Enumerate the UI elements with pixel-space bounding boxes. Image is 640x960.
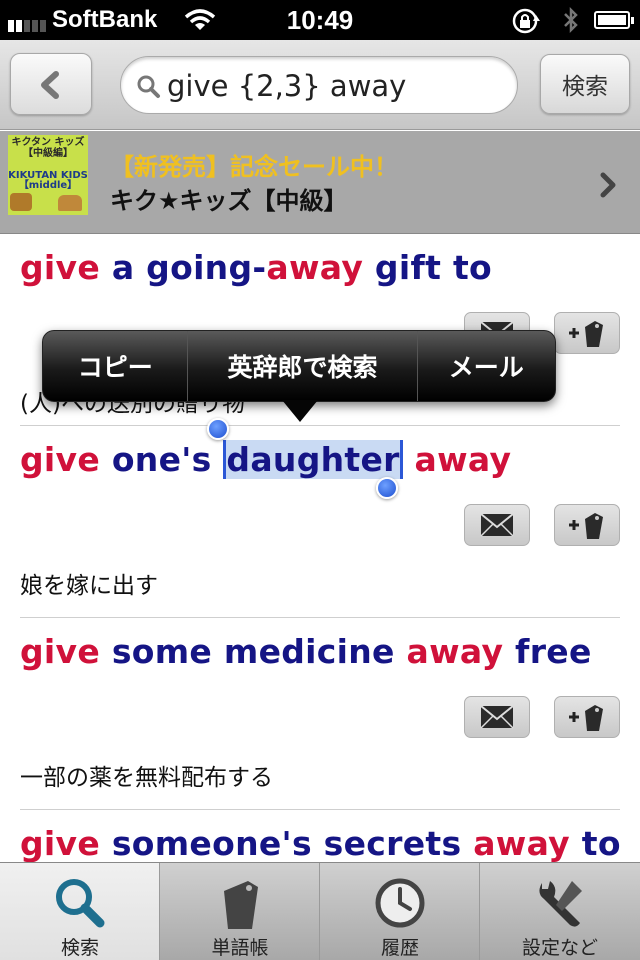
context-menu-pointer [282,400,318,422]
promo-banner[interactable]: キクタン キッズ 【中級編】 KIKUTAN KIDS 【middle】 【新発… [0,131,640,234]
tab-bar: 検索 単語帳 履歴 設定など [0,862,640,960]
tab-label: 設定など [521,937,598,959]
banner-image-text-bottom: KIKUTAN KIDS 【middle】 [8,170,88,191]
banner-image-text-top: キクタン キッズ 【中級編】 [11,137,85,159]
entry-translation: 娘を嫁に出す [20,573,158,599]
tab-wordbook[interactable]: 単語帳 [160,863,320,960]
entry-phrase[interactable]: give someone's secrets away to [20,824,621,862]
envelope-icon [480,705,514,729]
envelope-icon [480,513,514,537]
search-field[interactable] [120,56,518,114]
kikutan-kids-logo: キクタン キッズ 【中級編】 KIKUTAN KIDS 【middle】 [8,135,88,215]
banner-subtitle: キク★キッズ【中級】 [110,187,348,215]
add-to-wordbook-button[interactable] [554,504,620,546]
rotation-lock-icon [512,8,540,34]
status-time: 10:49 [286,5,354,35]
tab-label: 検索 [60,937,99,959]
back-button[interactable] [10,53,92,115]
list-item: give some medicine away free 一部の薬を無料配布する [0,618,640,810]
search-button[interactable]: 検索 [540,54,630,114]
tab-search[interactable]: 検索 [0,863,160,960]
list-item: give one's daughter away 娘を嫁に出す [0,426,640,618]
add-tag-icon [569,705,603,731]
context-menu: コピー 英辞郎で検索 メール [42,330,556,402]
selected-text[interactable]: daughter [223,440,403,479]
search-input[interactable] [167,65,507,107]
mail-button[interactable] [464,504,530,546]
selection-end-handle[interactable] [376,477,398,499]
chevron-left-icon [41,71,59,99]
add-tag-icon [569,513,603,539]
navigation-bar: 検索 [0,40,640,130]
add-tag-icon [569,321,603,347]
wordbook-tag-icon [223,881,258,929]
mail-menu-item[interactable]: メール [418,331,555,401]
status-bar: SoftBank 10:49 [0,0,640,40]
tab-settings[interactable]: 設定など [480,863,640,960]
list-item: give someone's secrets away to [0,810,640,862]
search-eijiro-menu-item[interactable]: 英辞郎で検索 [188,331,418,401]
mail-button[interactable] [464,696,530,738]
entry-phrase[interactable]: give a going-away gift to [20,248,492,287]
copy-menu-item[interactable]: コピー [43,331,189,401]
entry-phrase[interactable]: give one's daughter away [20,440,511,479]
add-to-wordbook-button[interactable] [554,696,620,738]
deer-illustration [10,193,32,211]
tab-label: 単語帳 [211,937,269,959]
add-to-wordbook-button[interactable] [554,312,620,354]
battery-icon [594,11,634,29]
clock-icon [375,878,424,928]
search-icon [55,879,104,928]
bluetooth-icon [564,6,578,34]
camel-illustration [58,195,82,211]
search-icon [137,75,160,98]
selection-start-handle[interactable] [207,418,229,440]
entry-translation: 一部の薬を無料配布する [20,765,273,791]
entry-phrase[interactable]: give some medicine away free [20,632,592,671]
tab-history[interactable]: 履歴 [320,863,480,960]
chevron-right-icon [600,172,616,198]
banner-title: 【新発売】記念セール中！ [110,153,398,181]
tab-label: 履歴 [380,937,419,959]
wrench-icon [539,881,582,927]
results-list[interactable]: give a going-away gift to (人)への送別の贈り物 gi… [0,234,640,862]
